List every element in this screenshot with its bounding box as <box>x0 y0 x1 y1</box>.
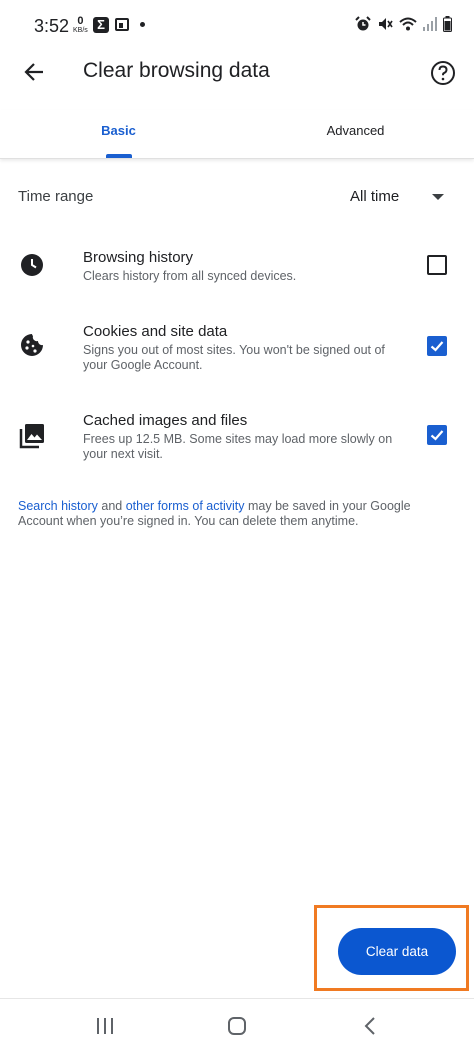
time-range-value: All time <box>350 188 400 205</box>
recent-apps-icon <box>97 1018 113 1034</box>
network-speed: 0 KB/s <box>73 16 88 35</box>
home-button[interactable] <box>217 1011 257 1041</box>
checkmark-icon <box>430 341 444 352</box>
browsing-history-checkbox[interactable] <box>427 255 447 275</box>
footer-note: Search history and other forms of activi… <box>18 499 438 529</box>
cookies-checkbox[interactable] <box>427 336 447 356</box>
checkmark-icon <box>430 430 444 441</box>
wifi-icon <box>399 17 417 31</box>
page-title: Clear browsing data <box>83 59 270 82</box>
status-time: 3:52 <box>34 16 70 36</box>
chevron-left-icon <box>364 1017 375 1035</box>
dropdown-arrow-icon <box>432 194 444 200</box>
item-title: Cookies and site data <box>83 323 228 340</box>
tab-bar: Basic Advanced <box>0 110 474 159</box>
network-speed-unit: KB/s <box>73 27 88 34</box>
dot-icon <box>140 22 145 27</box>
list-item-cached-images: Cached images and files Frees up 12.5 MB… <box>0 412 474 464</box>
item-description: Frees up 12.5 MB. Some sites may load mo… <box>83 432 393 461</box>
alarm-icon <box>355 16 371 31</box>
item-title: Cached images and files <box>83 412 248 429</box>
item-description: Signs you out of most sites. You won't b… <box>83 343 385 372</box>
clock-icon <box>18 251 46 279</box>
status-bar: 3:52 0 KB/s Σ <box>0 0 474 50</box>
system-nav-bar <box>0 998 474 1054</box>
item-description: Clears history from all synced devices. <box>83 269 297 283</box>
time-range-label: Time range <box>18 188 94 205</box>
list-item-browsing-history: Browsing history Clears history from all… <box>0 249 474 289</box>
footer-text: and <box>97 499 126 513</box>
recent-apps-button[interactable] <box>85 1011 125 1041</box>
calendar-icon <box>115 18 129 31</box>
battery-icon <box>443 16 452 32</box>
help-button[interactable] <box>426 56 460 90</box>
back-button[interactable] <box>18 56 50 88</box>
tab-basic[interactable]: Basic <box>0 110 237 158</box>
time-range-row: Time range All time <box>0 180 474 216</box>
app-bar: Clear browsing data <box>0 50 474 110</box>
mute-icon <box>379 18 393 30</box>
home-icon <box>228 1017 246 1035</box>
signal-icon <box>423 17 437 31</box>
sigma-icon: Σ <box>93 17 109 33</box>
search-history-link[interactable]: Search history <box>18 499 98 513</box>
cached-images-checkbox[interactable] <box>427 425 447 445</box>
network-speed-value: 0 <box>77 15 84 27</box>
images-icon <box>18 422 46 450</box>
arrow-back-icon <box>24 63 43 81</box>
list-item-cookies: Cookies and site data Signs you out of m… <box>0 323 474 375</box>
cookie-icon <box>18 331 46 359</box>
item-title: Browsing history <box>83 249 194 266</box>
back-nav-button[interactable] <box>350 1011 390 1041</box>
clear-data-button[interactable]: Clear data <box>338 928 456 975</box>
tab-advanced[interactable]: Advanced <box>237 110 474 158</box>
status-icons <box>355 16 452 32</box>
other-activity-link[interactable]: other forms of activity <box>126 499 245 513</box>
help-icon <box>431 61 455 85</box>
tab-indicator <box>106 154 132 158</box>
time-range-dropdown[interactable]: All time <box>350 180 460 216</box>
